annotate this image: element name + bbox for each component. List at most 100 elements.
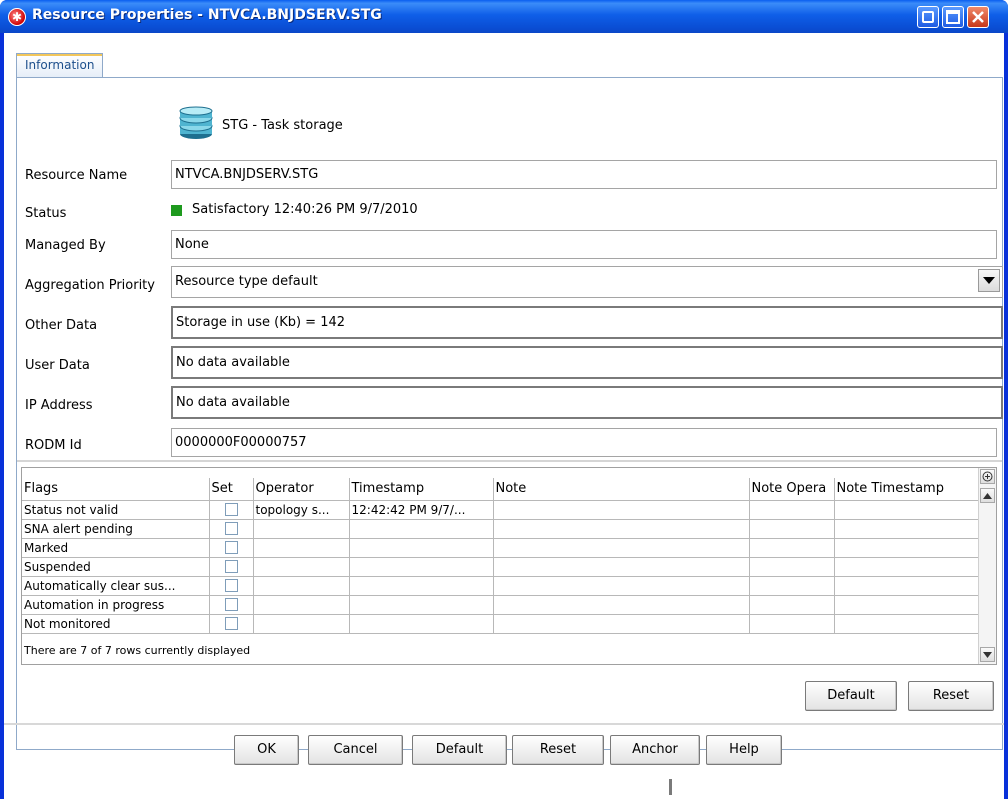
other-data-label: Other Data [25,318,98,333]
flag-name: SNA alert pending [22,518,210,539]
note-cell[interactable] [492,613,750,634]
ip-address-field[interactable]: No data available [171,386,1003,419]
table-row[interactable]: SNA alert pending [22,518,979,539]
table-row[interactable]: Automation in progress [22,594,979,615]
table-row[interactable]: Suspended [22,556,979,577]
set-cell [208,518,254,539]
set-checkbox[interactable] [224,579,238,592]
cancel-button[interactable]: Cancel [308,735,403,765]
status-label: Status [25,206,67,221]
note-cell[interactable] [492,499,750,520]
timestamp-cell [348,575,494,596]
resource-type-title: STG - Task storage [222,118,343,133]
note-operator-cell [748,594,835,615]
table-row[interactable]: Marked [22,537,979,558]
timestamp-cell [348,518,494,539]
set-checkbox[interactable] [224,503,238,516]
aggregation-priority-label: Aggregation Priority [25,278,155,293]
column-header-note-operator[interactable]: Note Opera [748,478,835,501]
close-icon[interactable] [967,6,989,28]
set-cell [208,499,254,520]
operator-cell [252,613,350,634]
timestamp-cell [348,613,494,634]
minimize-icon[interactable] [917,6,939,28]
set-checkbox[interactable] [224,598,238,611]
set-cell [208,613,254,634]
set-checkbox[interactable] [224,617,238,630]
column-chooser-icon[interactable] [980,469,995,484]
chevron-down-icon[interactable] [978,269,1000,292]
note-timestamp-cell [833,556,979,577]
operator-cell [252,556,350,577]
note-operator-cell [748,499,835,520]
flag-name: Status not valid [22,499,210,520]
note-operator-cell [748,613,835,634]
set-checkbox[interactable] [224,541,238,554]
information-panel: STG - Task storage Resource Name NTVCA.B… [16,77,1003,750]
managed-by-field[interactable]: None [171,230,997,259]
table-default-button[interactable]: Default [805,681,897,711]
tab-information[interactable]: Information [16,53,104,77]
timestamp-cell [348,556,494,577]
operator-cell: topology s... [252,499,350,520]
note-cell[interactable] [492,575,750,596]
operator-cell [252,537,350,558]
table-row[interactable]: Automatically clear sus... [22,575,979,596]
note-timestamp-cell [833,499,979,520]
set-checkbox[interactable] [224,560,238,573]
status-value: Satisfactory 12:40:26 PM 9/7/2010 [192,202,418,217]
ok-button[interactable]: OK [234,735,299,765]
flag-name: Marked [22,537,210,558]
note-cell[interactable] [492,537,750,558]
other-data-field[interactable]: Storage in use (Kb) = 142 [171,306,1003,339]
default-button[interactable]: Default [412,735,507,765]
column-header-flags[interactable]: Flags [22,478,210,501]
anchor-button[interactable]: Anchor [610,735,700,765]
maximize-icon[interactable] [942,6,964,28]
column-header-operator[interactable]: Operator [252,478,350,501]
scroll-up-icon[interactable] [980,488,995,503]
managed-by-label: Managed By [25,238,106,253]
note-timestamp-cell [833,537,979,558]
column-header-note[interactable]: Note [492,478,750,501]
set-checkbox[interactable] [224,522,238,535]
operator-cell [252,575,350,596]
rodm-id-field[interactable]: 0000000F00000757 [171,428,997,457]
table-header-row: Flags Set Operator Timestamp Note Note O… [22,478,979,501]
flag-name: Suspended [22,556,210,577]
note-cell[interactable] [492,518,750,539]
operator-cell [252,518,350,539]
table-reset-button[interactable]: Reset [908,681,994,711]
resource-name-label: Resource Name [25,168,128,183]
timestamp-cell: 12:42:42 PM 9/7/... [348,499,494,520]
flag-name: Not monitored [22,613,210,634]
database-stack-icon [179,106,213,139]
note-cell[interactable] [492,556,750,577]
resource-name-field[interactable]: NTVCA.BNJDSERV.STG [171,160,997,189]
table-row[interactable]: Status not valid topology s... 12:42:42 … [22,499,979,520]
resize-grip[interactable] [669,779,672,795]
dialog-client-area: Information STG - Task storage Resource … [4,33,1004,799]
set-cell [208,556,254,577]
column-header-set[interactable]: Set [208,478,254,501]
rodm-id-label: RODM Id [25,438,82,453]
column-header-note-timestamp[interactable]: Note Timestamp [833,478,979,501]
set-cell [208,537,254,558]
window-title: Resource Properties - NTVCA.BNJDSERV.STG [32,7,382,23]
aggregation-priority-value: Resource type default [175,274,318,289]
operator-cell [252,594,350,615]
user-data-field[interactable]: No data available [171,346,1003,379]
scroll-down-icon[interactable] [980,647,995,662]
help-button[interactable]: Help [706,735,782,765]
table-scrollbar[interactable] [978,468,996,664]
table-row[interactable]: Not monitored [22,613,979,634]
title-bar[interactable]: ✱ Resource Properties - NTVCA.BNJDSERV.S… [0,0,1008,33]
section-divider [17,460,1002,462]
reset-button[interactable]: Reset [512,735,604,765]
note-timestamp-cell [833,594,979,615]
flags-table: Flags Set Operator Timestamp Note Note O… [22,478,979,634]
note-cell[interactable] [492,594,750,615]
aggregation-priority-select[interactable]: Resource type default [171,266,1003,298]
column-header-timestamp[interactable]: Timestamp [348,478,494,501]
note-timestamp-cell [833,613,979,634]
